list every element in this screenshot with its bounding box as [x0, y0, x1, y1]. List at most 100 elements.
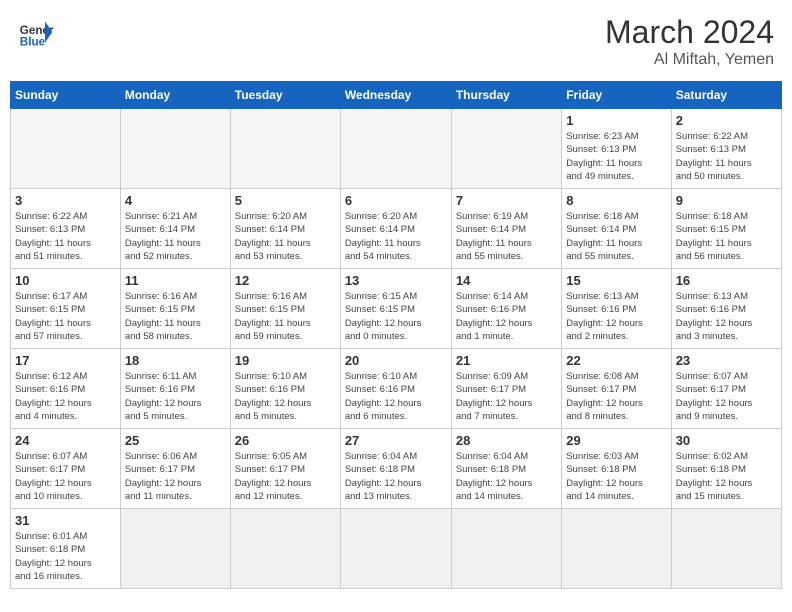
weekday-header-sunday: Sunday	[11, 82, 121, 109]
day-info: Sunrise: 6:06 AMSunset: 6:17 PMDaylight:…	[125, 450, 226, 503]
day-info: Sunrise: 6:21 AMSunset: 6:14 PMDaylight:…	[125, 210, 226, 263]
calendar-cell: 20Sunrise: 6:10 AMSunset: 6:16 PMDayligh…	[340, 349, 451, 429]
calendar-cell: 7 Sunrise: 6:19 AMSunset: 6:14 PMDaylight…	[451, 189, 561, 269]
day-number: 29	[566, 433, 666, 448]
day-number: 31	[15, 513, 116, 528]
day-number: 14	[456, 273, 557, 288]
calendar-cell: 18 Sunrise: 6:11 AMSunset: 6:16 PMDayligh…	[120, 349, 230, 429]
day-info: Sunrise: 6:20 AMSunset: 6:14 PMDaylight:…	[235, 210, 336, 263]
day-number: 10	[15, 273, 116, 288]
day-info: Sunrise: 6:17 AMSunset: 6:15 PMDaylight:…	[15, 290, 116, 343]
day-number: 23	[676, 353, 777, 368]
calendar-cell	[230, 109, 340, 189]
day-number: 21	[456, 353, 557, 368]
day-info: Sunrise: 6:11 AMSunset: 6:16 PMDaylight:…	[125, 370, 226, 423]
day-number: 8	[566, 193, 666, 208]
calendar-cell	[451, 109, 561, 189]
day-info: Sunrise: 6:04 AMSunset: 6:18 PMDaylight:…	[345, 450, 447, 503]
day-info: Sunrise: 6:09 AMSunset: 6:17 PMDaylight:…	[456, 370, 557, 423]
day-number: 25	[125, 433, 226, 448]
day-info: Sunrise: 6:02 AMSunset: 6:18 PMDaylight:…	[676, 450, 777, 503]
day-info: Sunrise: 6:20 AMSunset: 6:14 PMDaylight:…	[345, 210, 447, 263]
calendar-cell: 2Sunrise: 6:22 AMSunset: 6:13 PMDaylight…	[671, 109, 781, 189]
calendar-cell: 3Sunrise: 6:22 AMSunset: 6:13 PMDaylight…	[11, 189, 121, 269]
day-info: Sunrise: 6:07 AMSunset: 6:17 PMDaylight:…	[15, 450, 116, 503]
calendar-cell	[562, 509, 671, 589]
calendar-cell: 23 Sunrise: 6:07 AMSunset: 6:17 PMDayligh…	[671, 349, 781, 429]
week-row-4: 17Sunrise: 6:12 AMSunset: 6:16 PMDayligh…	[11, 349, 782, 429]
calendar-cell: 6 Sunrise: 6:20 AMSunset: 6:14 PMDaylight…	[340, 189, 451, 269]
day-info: Sunrise: 6:14 AMSunset: 6:16 PMDaylight:…	[456, 290, 557, 343]
svg-text:Blue: Blue	[20, 36, 46, 49]
day-info: Sunrise: 6:01 AMSunset: 6:18 PMDaylight:…	[15, 530, 116, 583]
weekday-header-thursday: Thursday	[451, 82, 561, 109]
calendar-cell	[230, 509, 340, 589]
day-number: 27	[345, 433, 447, 448]
calendar-cell: 16 Sunrise: 6:13 AMSunset: 6:16 PMDayligh…	[671, 269, 781, 349]
calendar-cell: 29 Sunrise: 6:03 AMSunset: 6:18 PMDayligh…	[562, 429, 671, 509]
day-number: 18	[125, 353, 226, 368]
day-number: 9	[676, 193, 777, 208]
month-title: March 2024	[605, 14, 774, 51]
week-row-5: 24 Sunrise: 6:07 AMSunset: 6:17 PMDayligh…	[11, 429, 782, 509]
calendar-table: SundayMondayTuesdayWednesdayThursdayFrid…	[10, 81, 782, 589]
day-info: Sunrise: 6:13 AMSunset: 6:16 PMDaylight:…	[676, 290, 777, 343]
day-info: Sunrise: 6:07 AMSunset: 6:17 PMDaylight:…	[676, 370, 777, 423]
day-info: Sunrise: 6:04 AMSunset: 6:18 PMDaylight:…	[456, 450, 557, 503]
day-info: Sunrise: 6:12 AMSunset: 6:16 PMDaylight:…	[15, 370, 116, 423]
page-header: General Blue March 2024 Al Miftah, Yemen	[10, 10, 782, 73]
calendar-cell: 28Sunrise: 6:04 AMSunset: 6:18 PMDayligh…	[451, 429, 561, 509]
day-info: Sunrise: 6:08 AMSunset: 6:17 PMDaylight:…	[566, 370, 666, 423]
day-info: Sunrise: 6:15 AMSunset: 6:15 PMDaylight:…	[345, 290, 447, 343]
calendar-cell: 24 Sunrise: 6:07 AMSunset: 6:17 PMDayligh…	[11, 429, 121, 509]
weekday-header-monday: Monday	[120, 82, 230, 109]
day-number: 15	[566, 273, 666, 288]
weekday-header-wednesday: Wednesday	[340, 82, 451, 109]
calendar-cell: 19Sunrise: 6:10 AMSunset: 6:16 PMDayligh…	[230, 349, 340, 429]
day-info: Sunrise: 6:19 AMSunset: 6:14 PMDaylight:…	[456, 210, 557, 263]
day-number: 6	[345, 193, 447, 208]
calendar-cell: 10 Sunrise: 6:17 AMSunset: 6:15 PMDayligh…	[11, 269, 121, 349]
day-number: 1	[566, 113, 666, 128]
day-info: Sunrise: 6:18 AMSunset: 6:15 PMDaylight:…	[676, 210, 777, 263]
title-block: March 2024 Al Miftah, Yemen	[605, 14, 774, 69]
calendar-cell	[11, 109, 121, 189]
day-info: Sunrise: 6:18 AMSunset: 6:14 PMDaylight:…	[566, 210, 666, 263]
calendar-cell: 4 Sunrise: 6:21 AMSunset: 6:14 PMDaylight…	[120, 189, 230, 269]
calendar-cell: 27 Sunrise: 6:04 AMSunset: 6:18 PMDayligh…	[340, 429, 451, 509]
calendar-cell: 25 Sunrise: 6:06 AMSunset: 6:17 PMDayligh…	[120, 429, 230, 509]
calendar-cell: 30 Sunrise: 6:02 AMSunset: 6:18 PMDayligh…	[671, 429, 781, 509]
week-row-2: 3Sunrise: 6:22 AMSunset: 6:13 PMDaylight…	[11, 189, 782, 269]
week-row-3: 10 Sunrise: 6:17 AMSunset: 6:15 PMDayligh…	[11, 269, 782, 349]
day-number: 16	[676, 273, 777, 288]
calendar-cell: 14 Sunrise: 6:14 AMSunset: 6:16 PMDayligh…	[451, 269, 561, 349]
day-info: Sunrise: 6:03 AMSunset: 6:18 PMDaylight:…	[566, 450, 666, 503]
calendar-cell: 15Sunrise: 6:13 AMSunset: 6:16 PMDayligh…	[562, 269, 671, 349]
calendar-cell: 22 Sunrise: 6:08 AMSunset: 6:17 PMDayligh…	[562, 349, 671, 429]
calendar-cell: 9 Sunrise: 6:18 AMSunset: 6:15 PMDaylight…	[671, 189, 781, 269]
day-number: 30	[676, 433, 777, 448]
calendar-cell: 17Sunrise: 6:12 AMSunset: 6:16 PMDayligh…	[11, 349, 121, 429]
location: Al Miftah, Yemen	[605, 51, 774, 69]
calendar-cell: 8 Sunrise: 6:18 AMSunset: 6:14 PMDaylight…	[562, 189, 671, 269]
weekday-header-saturday: Saturday	[671, 82, 781, 109]
week-row-6: 31 Sunrise: 6:01 AMSunset: 6:18 PMDayligh…	[11, 509, 782, 589]
weekday-header-friday: Friday	[562, 82, 671, 109]
day-number: 22	[566, 353, 666, 368]
day-number: 20	[345, 353, 447, 368]
calendar-cell: 21 Sunrise: 6:09 AMSunset: 6:17 PMDayligh…	[451, 349, 561, 429]
logo-icon: General Blue	[18, 14, 54, 50]
day-number: 24	[15, 433, 116, 448]
day-number: 4	[125, 193, 226, 208]
day-number: 7	[456, 193, 557, 208]
calendar-cell	[451, 509, 561, 589]
weekday-header-tuesday: Tuesday	[230, 82, 340, 109]
day-info: Sunrise: 6:16 AMSunset: 6:15 PMDaylight:…	[235, 290, 336, 343]
day-info: Sunrise: 6:22 AMSunset: 6:13 PMDaylight:…	[676, 130, 777, 183]
day-number: 12	[235, 273, 336, 288]
calendar-cell	[340, 509, 451, 589]
calendar-cell: 5Sunrise: 6:20 AMSunset: 6:14 PMDaylight…	[230, 189, 340, 269]
calendar-cell: 31 Sunrise: 6:01 AMSunset: 6:18 PMDayligh…	[11, 509, 121, 589]
logo: General Blue	[18, 14, 54, 50]
day-number: 13	[345, 273, 447, 288]
